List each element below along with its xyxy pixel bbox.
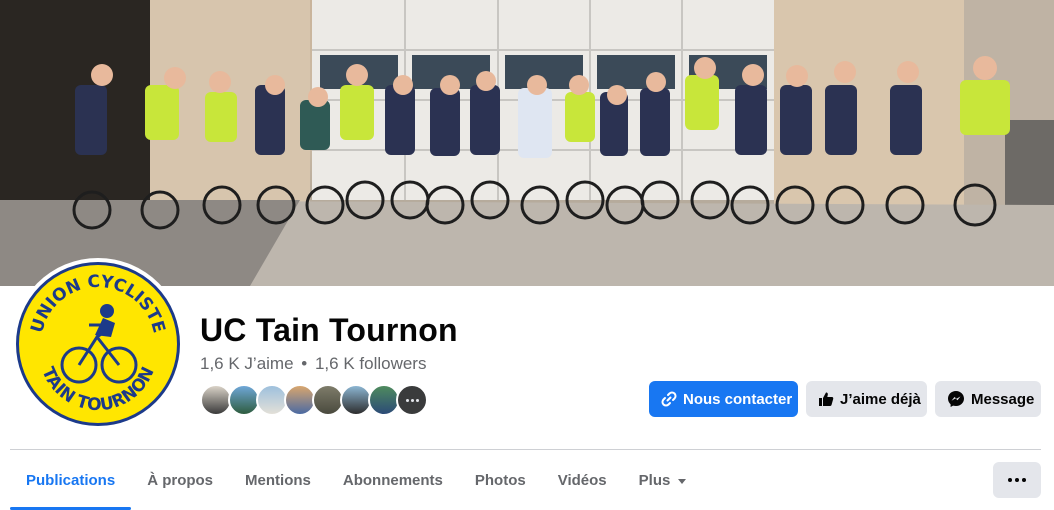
page-title: UC Tain Tournon (200, 312, 458, 348)
tab-label: Photos (474, 471, 526, 489)
club-logo: UNION CYCLISTE TAIN TOURNON (16, 262, 180, 426)
dot-icon (410, 398, 414, 402)
dot-icon (415, 398, 419, 402)
likes-count[interactable]: 1,6 K J’aime (200, 354, 294, 374)
logo-text-bottom: TAIN TOURNON (37, 364, 158, 415)
ellipsis-icon (1022, 478, 1026, 482)
stats-separator: • (301, 354, 308, 373)
tab-publications[interactable]: Publications (10, 456, 132, 510)
tab-label: Publications (26, 471, 116, 489)
ellipsis-icon (1015, 478, 1019, 482)
page-avatar[interactable]: UNION CYCLISTE TAIN TOURNON (12, 258, 184, 430)
tab-photos[interactable]: Photos (459, 456, 542, 504)
tab-more[interactable]: Plus (623, 456, 703, 504)
tab-subscriptions[interactable]: Abonnements (327, 456, 459, 504)
tab-label: Abonnements (342, 471, 443, 489)
more-friends-button[interactable] (396, 384, 428, 416)
link-icon (661, 391, 677, 407)
overflow-menu-button[interactable] (993, 462, 1041, 498)
like-button-label: J’aime déjà (840, 390, 921, 408)
message-button-label: Message (971, 390, 1035, 408)
tab-mentions[interactable]: Mentions (229, 456, 327, 504)
contact-button-label: Nous contacter (683, 390, 793, 408)
tab-videos[interactable]: Vidéos (542, 456, 623, 504)
tab-label: À propos (147, 471, 214, 489)
svg-text:TAIN TOURNON: TAIN TOURNON (37, 364, 158, 415)
cyclist-logo-icon: UNION CYCLISTE TAIN TOURNON (27, 272, 169, 416)
dot-icon (405, 398, 409, 402)
caret-down-icon (678, 478, 687, 484)
tab-about[interactable]: À propos (131, 456, 229, 504)
messenger-icon (948, 391, 964, 407)
header-divider (10, 449, 1041, 450)
cover-photo[interactable] (0, 0, 1054, 286)
thumbs-up-icon (819, 392, 834, 406)
page-stats: 1,6 K J’aime • 1,6 K followers (200, 354, 426, 374)
message-button[interactable]: Message (935, 381, 1041, 417)
tab-label: Vidéos (557, 471, 607, 489)
contact-button[interactable]: Nous contacter (649, 381, 798, 417)
tab-label: Mentions (245, 471, 311, 489)
ellipsis-icon (1008, 478, 1012, 482)
tab-label: Plus (638, 471, 671, 489)
followers-count[interactable]: 1,6 K followers (315, 354, 427, 374)
cover-photo-illustration (0, 0, 1054, 286)
page-tabs: Publications À propos Mentions Abonnemen… (10, 456, 702, 510)
like-button[interactable]: J’aime déjà (806, 381, 927, 417)
friend-avatars (200, 384, 428, 416)
